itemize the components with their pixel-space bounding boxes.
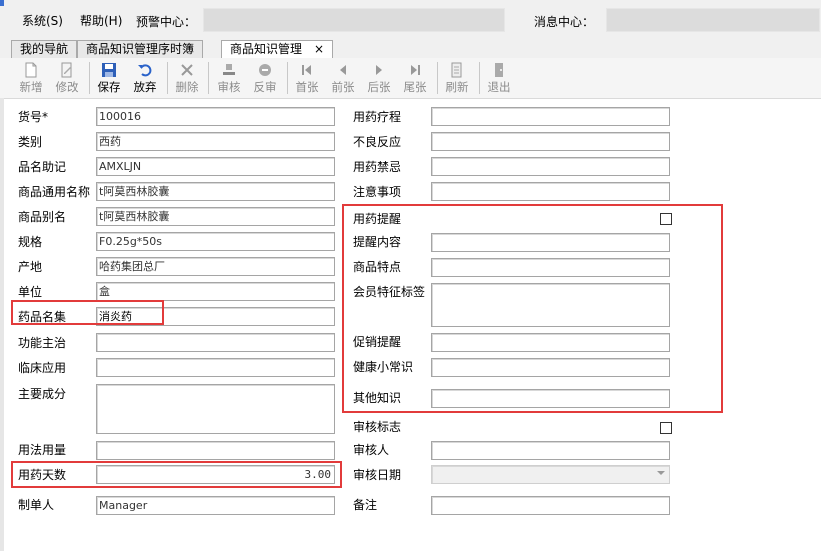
toolbar-separator [479,62,480,94]
exit-door-icon [495,63,503,77]
new-button[interactable]: 新增 [14,60,48,96]
highlight-box [11,461,342,488]
toolbar-separator [89,62,90,94]
toolbar-separator [208,62,209,94]
message-center-ticker[interactable] [606,8,820,32]
tab-knowledge-management[interactable]: 商品知识管理 × [221,40,334,60]
origin-input[interactable]: 哈药集团总厂 [96,257,335,276]
creator-label: 制单人 [18,498,55,512]
remarks-input[interactable] [431,496,670,515]
precautions-input[interactable] [431,182,670,201]
new-document-icon [25,62,37,78]
exit-button[interactable]: 退出 [482,60,516,96]
audit-date-label: 审核日期 [353,468,402,482]
refresh-icon [451,62,462,78]
refresh-button[interactable]: 刷新 [440,60,474,96]
message-center-label: 消息中心： [534,15,595,29]
edit-button[interactable]: 修改 [50,60,84,96]
usage-dosage-input[interactable] [96,441,335,460]
revert-icon [259,64,271,76]
clinical-use-label: 临床应用 [18,361,67,375]
last-button[interactable]: 尾张 [398,60,432,96]
course-label: 用药疗程 [353,110,402,124]
contraindication-label: 用药禁忌 [353,160,402,174]
generic-name-label: 商品通用名称 [18,185,91,199]
unaudit-button[interactable]: 反审 [248,60,282,96]
prev-button[interactable]: 前张 [326,60,360,96]
menu-system[interactable]: 系统(S) [22,12,63,29]
mnemonic-input[interactable]: AMXLJN [96,157,335,176]
edit-icon [61,62,72,78]
delete-button[interactable]: 删除 [170,60,204,96]
tab-my-navigation[interactable]: 我的导航 [11,40,78,58]
audit-button[interactable]: 审核 [212,60,246,96]
ingredients-label: 主要成分 [18,387,67,401]
stamp-icon [223,64,235,75]
chevron-down-icon [657,471,665,475]
item-no-label: 货号* [18,110,49,124]
undo-icon [138,64,152,77]
indications-label: 功能主治 [18,336,67,350]
toolbar-separator [287,62,288,94]
close-icon[interactable]: × [314,42,324,56]
category-input[interactable]: 西药 [96,132,335,151]
last-page-icon [411,65,420,75]
generic-name-input[interactable]: t阿莫西林胶囊 [96,182,335,201]
adverse-label: 不良反应 [353,135,402,149]
warning-center-ticker[interactable] [203,8,505,32]
audit-flag-checkbox[interactable] [660,422,672,434]
toolbar-separator [167,62,168,94]
next-page-icon [376,65,382,75]
contraindication-input[interactable] [431,157,670,176]
usage-dosage-label: 用法用量 [18,443,67,457]
clinical-use-input[interactable] [96,358,335,377]
precautions-label: 注意事项 [353,185,402,199]
mnemonic-label: 品名助记 [18,160,67,174]
category-label: 类别 [18,135,43,149]
adverse-input[interactable] [431,132,670,151]
prev-page-icon [340,65,346,75]
alias-input[interactable]: t阿莫西林胶囊 [96,207,335,226]
auditor-input[interactable] [431,441,670,460]
indications-input[interactable] [96,333,335,352]
menu-bar: 系统(S) 帮助(H) 预警中心： 消息中心： [0,0,821,41]
course-input[interactable] [431,107,670,126]
discard-button[interactable]: 放弃 [128,60,162,96]
toolbar-separator [437,62,438,94]
first-button[interactable]: 首张 [290,60,324,96]
delete-icon [181,64,193,76]
highlight-box [342,204,723,413]
spec-input[interactable]: F0.25g*50s [96,232,335,251]
first-page-icon [302,65,311,75]
audit-date-picker[interactable] [431,465,670,484]
save-button[interactable]: 保存 [92,60,126,96]
origin-label: 产地 [18,260,43,274]
remarks-label: 备注 [353,498,378,512]
ingredients-textarea[interactable] [96,384,335,434]
tab-knowledge-journal[interactable]: 商品知识管理序时簿 [77,40,204,58]
highlight-box [11,300,164,325]
next-button[interactable]: 后张 [362,60,396,96]
item-no-input[interactable]: 100016 [96,107,335,126]
audit-flag-label: 审核标志 [353,420,402,434]
tab-strip: 我的导航 商品知识管理序时簿 商品知识管理 × [0,40,821,60]
unit-input[interactable]: 盒 [96,282,335,301]
save-icon [102,63,116,77]
unit-label: 单位 [18,285,43,299]
warning-center-label: 预警中心： [136,15,197,29]
toolbar: 新增 修改 保存 放弃 删除 审核 反审 首张 前张 后张 尾张 刷新 退出 [0,58,821,99]
left-edge [0,98,4,551]
spec-label: 规格 [18,235,43,249]
window-corner [0,0,4,6]
menu-help[interactable]: 帮助(H) [80,12,122,29]
alias-label: 商品别名 [18,210,67,224]
creator-input[interactable]: Manager [96,496,335,515]
auditor-label: 审核人 [353,443,390,457]
